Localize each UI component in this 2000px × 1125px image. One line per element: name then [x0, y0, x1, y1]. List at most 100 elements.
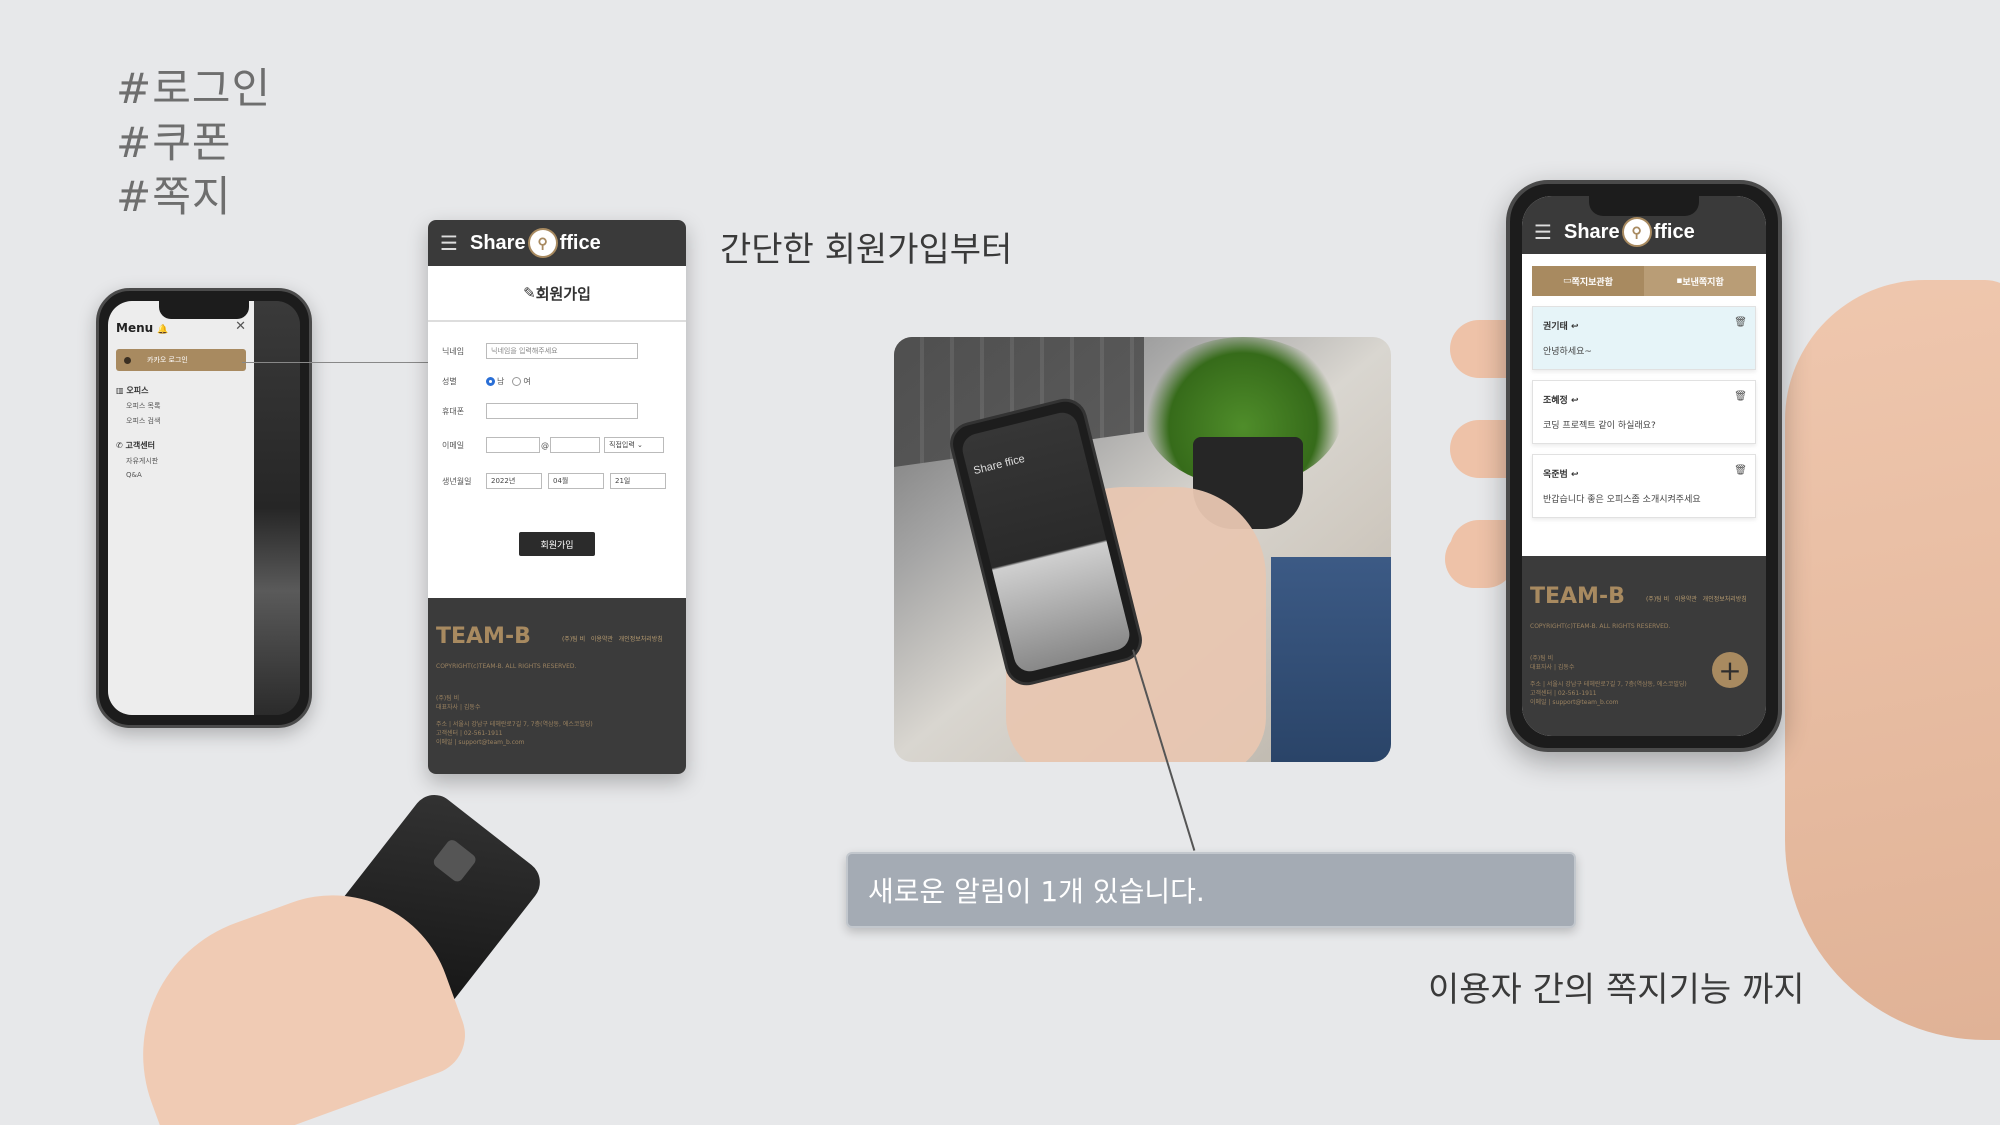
- email-label: 이메일: [442, 440, 465, 450]
- signup-title: ✎ 회원가입: [428, 266, 686, 322]
- add-message-button[interactable]: +: [1712, 652, 1748, 688]
- gender-label: 성별: [442, 376, 457, 386]
- message-sender: 옥준범 ↩: [1543, 470, 1579, 480]
- email-domain-input[interactable]: [550, 437, 600, 453]
- message-phone-screen: ☰ Share ⚲ ffice ▭ 쪽지보관함 ▪ 보낸쪽지함 권기태 ↩ 안녕…: [1522, 196, 1766, 736]
- phone-input[interactable]: [486, 403, 638, 419]
- menu-section-office: ▥ 오피스: [116, 386, 149, 395]
- message-phone-mockup: ☰ Share ⚲ ffice ▭ 쪽지보관함 ▪ 보낸쪽지함 권기태 ↩ 안녕…: [1506, 180, 1782, 752]
- phone-row: 휴대폰: [442, 400, 672, 422]
- chevron-down-icon: ⌄: [637, 441, 643, 449]
- signup-screen: ☰ Share ⚲ ffice ✎ 회원가입 닉네임 닉네임을 입력해주세요 성…: [428, 220, 686, 774]
- signup-submit-button[interactable]: 회원가입: [519, 532, 595, 556]
- gender-male-radio[interactable]: [486, 376, 495, 386]
- footer-copyright: COPYRIGHT(c)TEAM-B. ALL RIGHTS RESERVED.: [436, 663, 577, 670]
- email-domain-select[interactable]: 직접입력 ⌄: [604, 437, 664, 453]
- menu-phone-screen: Menu 🔔 ✕ 카카오 로그인 ▥ 오피스 오피스 목록 오피스 검색 ✆ 고…: [108, 301, 300, 715]
- hamburger-menu-icon[interactable]: ☰: [440, 231, 470, 255]
- message-item[interactable]: 권기태 ↩ 안녕하세요~ 🗑: [1532, 306, 1756, 370]
- footer-link-privacy[interactable]: 개인정보처리방침: [1703, 596, 1747, 603]
- birth-label: 생년월일: [442, 476, 472, 486]
- email-row: 이메일 @ 직접입력 ⌄: [442, 434, 672, 456]
- reply-icon: ↩: [1570, 396, 1579, 406]
- hashtag-message: #쪽지: [116, 172, 232, 221]
- connector-line: [242, 362, 440, 363]
- hashtag-login: #로그인: [116, 64, 272, 113]
- gender-female-radio[interactable]: [512, 376, 522, 386]
- footer-link-terms[interactable]: 이용약관: [591, 636, 613, 643]
- gender-female-label: 여: [523, 376, 531, 386]
- reply-icon: ↩: [1570, 322, 1579, 332]
- message-sender: 권기태 ↩: [1543, 322, 1579, 332]
- gender-male-label: 남: [497, 376, 505, 386]
- kakao-login-button[interactable]: 카카오 로그인: [116, 349, 246, 371]
- building-icon: ▥: [116, 386, 127, 395]
- footer-team-logo: TEAM-B: [436, 624, 531, 649]
- office-logo-icon: ⚲: [527, 228, 558, 258]
- message-text: 반갑습니다 좋은 오피스좀 소개시켜주세요: [1543, 495, 1701, 505]
- footer-company-info: (주)팀 비 대표자사 | 김동수 주소 | 서울시 강남구 테헤란로7길 7,…: [436, 695, 593, 746]
- reply-icon: ↩: [1570, 470, 1579, 480]
- menu-section-support: ✆ 고객센터: [116, 441, 155, 450]
- message-item[interactable]: 옥준범 ↩ 반갑습니다 좋은 오피스좀 소개시켜주세요 🗑: [1532, 454, 1756, 518]
- hashtag-coupon: #쿠폰: [116, 118, 232, 167]
- hand-holding-phone: [60, 786, 549, 1125]
- menu-item-board[interactable]: 자유게시판: [126, 456, 246, 466]
- inbox-icon: ▭: [1563, 276, 1572, 286]
- gender-row: 성별 남 여: [442, 370, 672, 392]
- menu-item-qna[interactable]: Q&A: [126, 471, 246, 479]
- birth-year-select[interactable]: 2022년: [486, 473, 542, 489]
- trash-icon[interactable]: 🗑: [1734, 465, 1747, 476]
- site-footer: TEAM-B (주)팀 비 이용약관 개인정보처리방침 COPYRIGHT(c)…: [1522, 556, 1766, 736]
- footer-link-privacy[interactable]: 개인정보처리방침: [619, 636, 663, 643]
- photo-phone: Share ffice: [945, 394, 1147, 690]
- hamburger-menu-icon[interactable]: ☰: [1534, 220, 1564, 244]
- footer-link-terms[interactable]: 이용약관: [1675, 596, 1697, 603]
- message-text: 코딩 프로젝트 같이 하실래요?: [1543, 421, 1656, 431]
- office-logo-icon: ⚲: [1621, 217, 1652, 247]
- photo-phone-screen: [959, 409, 1133, 675]
- site-footer: TEAM-B (주)팀 비 이용약관 개인정보처리방침 COPYRIGHT(c)…: [428, 598, 686, 774]
- nickname-input[interactable]: 닉네임을 입력해주세요: [486, 343, 638, 359]
- pencil-icon: ✎: [523, 284, 536, 302]
- phone-icon: ✆: [116, 441, 126, 450]
- signup-form: 닉네임 닉네임을 입력해주세요 성별 남 여 휴대폰 이메일 @ 직접입력 ⌄ …: [428, 322, 686, 556]
- menu-item-office-list[interactable]: 오피스 목록: [126, 401, 246, 411]
- message-sender: 조혜정 ↩: [1543, 396, 1579, 406]
- phone-notch: [1589, 196, 1699, 216]
- email-id-input[interactable]: [486, 437, 540, 453]
- birth-row: 생년월일 2022년 04월 21일: [442, 470, 672, 492]
- message-text: 안녕하세요~: [1543, 347, 1592, 357]
- brand-logo[interactable]: Share ⚲ ffice: [470, 228, 601, 258]
- close-icon[interactable]: ✕: [235, 319, 246, 334]
- side-menu-drawer: Menu 🔔 ✕ 카카오 로그인 ▥ 오피스 오피스 목록 오피스 검색 ✆ 고…: [108, 301, 254, 715]
- hand-phone-photo: Share ffice: [894, 337, 1391, 762]
- tab-inbox[interactable]: ▭ 쪽지보관함: [1532, 266, 1644, 296]
- hashtag-list: #로그인 #쿠폰 #쪽지: [116, 62, 271, 224]
- signup-caption: 간단한 회원가입부터: [720, 230, 1013, 270]
- email-at: @: [541, 440, 549, 450]
- footer-team-logo: TEAM-B: [1530, 584, 1625, 609]
- trash-icon[interactable]: 🗑: [1734, 317, 1747, 328]
- menu-phone-mockup: Menu 🔔 ✕ 카카오 로그인 ▥ 오피스 오피스 목록 오피스 검색 ✆ 고…: [96, 288, 312, 728]
- footer-links: (주)팀 비 이용약관 개인정보처리방침: [562, 634, 663, 643]
- footer-link-company[interactable]: (주)팀 비: [1646, 596, 1669, 603]
- kakao-icon: [124, 356, 131, 364]
- nickname-label: 닉네임: [442, 346, 465, 356]
- phone-notch: [159, 301, 249, 319]
- tab-sent[interactable]: ▪ 보낸쪽지함: [1644, 266, 1756, 296]
- phone-label: 휴대폰: [442, 406, 465, 416]
- footer-copyright: COPYRIGHT(c)TEAM-B. ALL RIGHTS RESERVED.: [1530, 623, 1671, 630]
- footer-links: (주)팀 비 이용약관 개인정보처리방침: [1646, 594, 1747, 603]
- menu-item-office-search[interactable]: 오피스 검색: [126, 416, 246, 426]
- nickname-row: 닉네임 닉네임을 입력해주세요: [442, 340, 672, 362]
- message-tabs: ▭ 쪽지보관함 ▪ 보낸쪽지함: [1532, 266, 1756, 296]
- footer-link-company[interactable]: (주)팀 비: [562, 636, 585, 643]
- trash-icon[interactable]: 🗑: [1734, 391, 1747, 402]
- birth-day-select[interactable]: 21일: [610, 473, 666, 489]
- message-item[interactable]: 조혜정 ↩ 코딩 프로젝트 같이 하실래요? 🗑: [1532, 380, 1756, 444]
- birth-month-select[interactable]: 04월: [548, 473, 604, 489]
- brand-logo[interactable]: Share ⚲ ffice: [1564, 217, 1695, 247]
- app-header: ☰ Share ⚲ ffice: [428, 220, 686, 266]
- finger: [1445, 530, 1515, 588]
